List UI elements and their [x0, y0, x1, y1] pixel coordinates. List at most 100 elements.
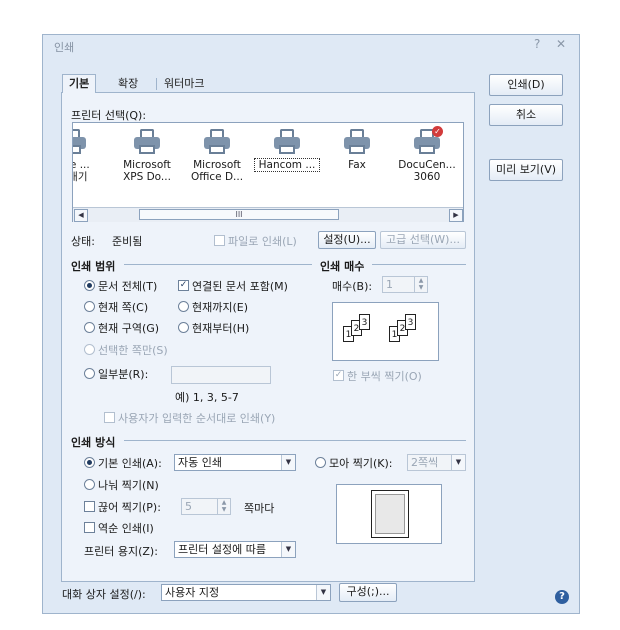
spinner-arrows-icon[interactable]: ▲ ▼	[217, 499, 230, 514]
dialog-title: 인쇄	[54, 41, 75, 54]
collate-checkbox[interactable]: ✓	[333, 370, 344, 381]
user-order-checkbox[interactable]	[104, 412, 115, 423]
paper-select[interactable]: 프린터 설정에 따름 ▼	[174, 541, 296, 558]
printer-icon	[73, 129, 86, 155]
all-pages-label: 문서 전체(T)	[98, 280, 158, 293]
dialog-setting-value: 사용자 지정	[165, 586, 220, 599]
printer-item[interactable]: ✓ DocuCen... 3060	[395, 123, 459, 183]
tab-watermark[interactable]: 워터마크	[158, 75, 210, 93]
from-current-label: 현재부터(H)	[192, 322, 250, 335]
user-order-label: 사용자가 입력한 순서대로 인쇄(Y)	[118, 412, 276, 425]
until-current-label: 현재까지(E)	[192, 301, 249, 314]
spinner-arrows-icon[interactable]: ▲ ▼	[414, 277, 427, 292]
reverse-print-checkbox[interactable]	[84, 522, 95, 533]
split-print-radio[interactable]	[84, 479, 95, 490]
chevron-down-icon[interactable]: ▼	[281, 542, 295, 557]
settings-button[interactable]: 설정(U)...	[318, 231, 376, 249]
partial-range-input[interactable]	[171, 366, 271, 384]
help-title-button[interactable]: ?	[534, 37, 540, 51]
current-page-radio[interactable]	[84, 301, 95, 312]
chevron-down-icon[interactable]: ▼	[316, 585, 330, 600]
scroll-right-arrow-icon[interactable]: ▶	[449, 209, 463, 222]
until-current-radio[interactable]	[178, 301, 189, 312]
partial-radio[interactable]	[84, 368, 95, 379]
copies-title: 인쇄 매수	[320, 260, 365, 273]
printer-name: Hancom ...	[254, 158, 320, 172]
section-line	[372, 264, 466, 265]
cut-print-label: 끊어 찍기(P):	[98, 501, 161, 514]
printer-icon	[274, 129, 300, 155]
gather-print-radio[interactable]	[315, 457, 326, 468]
printer-name-2: 3060	[413, 171, 441, 183]
scroll-left-arrow-icon[interactable]: ◀	[74, 209, 88, 222]
printer-item-selected[interactable]: Hancom ...	[254, 123, 320, 172]
printer-name-2: Office D...	[190, 171, 244, 183]
printer-icon: ✓	[414, 126, 443, 155]
linked-docs-label: 연결된 문서 포함(M)	[192, 280, 288, 293]
current-section-radio[interactable]	[84, 322, 95, 333]
printer-item[interactable]: Microsoft Office D...	[185, 123, 249, 183]
dialog-setting-select[interactable]: 사용자 지정 ▼	[161, 584, 331, 601]
configure-button[interactable]: 구성(;)...	[339, 583, 397, 602]
split-print-label: 나눠 찍기(N)	[98, 479, 159, 492]
print-to-file-label: 파일로 인쇄(L)	[228, 235, 297, 248]
printer-name: DocuCen...	[398, 159, 456, 171]
copies-count-label: 매수(B):	[332, 280, 373, 293]
preview-page	[375, 494, 405, 534]
basic-print-select[interactable]: 자동 인쇄 ▼	[174, 454, 296, 471]
chevron-down-icon[interactable]: ▼	[281, 455, 295, 470]
preview-button[interactable]: 미리 보기(V)	[489, 159, 563, 181]
status-label: 상태:	[71, 235, 95, 248]
tab-extended[interactable]: 확장	[112, 75, 144, 93]
current-page-label: 현재 쪽(C)	[98, 301, 149, 314]
cut-print-checkbox[interactable]	[84, 501, 95, 512]
section-line	[124, 264, 312, 265]
gather-print-select[interactable]: 2쪽씩 ▼	[407, 454, 466, 471]
print-range-title: 인쇄 범위	[71, 260, 116, 273]
help-icon[interactable]: ?	[555, 590, 569, 604]
all-pages-radio[interactable]	[84, 280, 95, 291]
printer-name: Jote ...	[73, 159, 90, 171]
print-to-file-checkbox[interactable]	[214, 235, 225, 246]
printer-select-label: 프린터 선택(Q):	[71, 109, 147, 122]
gather-print-label: 모아 찍기(K):	[329, 457, 393, 470]
printer-name: Microsoft	[193, 159, 241, 171]
linked-docs-checkbox[interactable]: ✓	[178, 280, 189, 291]
selected-pages-label: 선택한 쪽만(S)	[98, 344, 168, 357]
copies-count-spinner[interactable]: 1 ▲ ▼	[382, 276, 428, 293]
paper-label: 프린터 용지(Z):	[84, 545, 158, 558]
close-button[interactable]: ✕	[556, 37, 566, 51]
collate-page-3b: 3	[405, 314, 416, 330]
printer-icon	[344, 129, 370, 155]
selected-pages-radio[interactable]	[84, 344, 95, 355]
print-button[interactable]: 인쇄(D)	[489, 74, 563, 96]
printer-item[interactable]: Jote ... 보내기	[73, 123, 105, 183]
dialog-setting-label: 대화 상자 설정(/):	[62, 588, 146, 601]
printer-item[interactable]: Microsoft XPS Do...	[115, 123, 179, 183]
print-method-preview	[336, 484, 442, 544]
print-method-title: 인쇄 방식	[71, 436, 116, 449]
printer-item[interactable]: Fax	[325, 123, 389, 171]
cut-print-spinner[interactable]: 5 ▲ ▼	[181, 498, 231, 515]
collate-label: 한 부씩 찍기(O)	[347, 370, 422, 383]
copies-count-value: 1	[386, 278, 393, 291]
cancel-button[interactable]: 취소	[489, 104, 563, 126]
tab-divider	[156, 78, 157, 90]
from-current-radio[interactable]	[178, 322, 189, 333]
printer-name: Microsoft	[123, 159, 171, 171]
basic-print-value: 자동 인쇄	[178, 456, 222, 469]
basic-print-radio[interactable]	[84, 457, 95, 468]
printer-icon	[204, 129, 230, 155]
advanced-button[interactable]: 고급 선택(W)...	[380, 231, 466, 249]
tab-basic[interactable]: 기본	[62, 74, 97, 93]
chevron-down-icon[interactable]: ▼	[451, 455, 465, 470]
printer-icon	[134, 129, 160, 155]
paper-value: 프린터 설정에 따름	[178, 543, 266, 556]
collate-preview: 1 2 3 1 2 3	[332, 302, 439, 361]
printer-list-scrollbar[interactable]: ◀ III ▶	[73, 207, 463, 222]
gather-print-value: 2쪽씩	[411, 456, 439, 469]
printer-name: Fax	[348, 159, 366, 171]
partial-example: 예) 1, 3, 5-7	[175, 391, 239, 404]
scroll-thumb[interactable]: III	[139, 209, 339, 220]
printer-name-2: XPS Do...	[123, 171, 171, 183]
